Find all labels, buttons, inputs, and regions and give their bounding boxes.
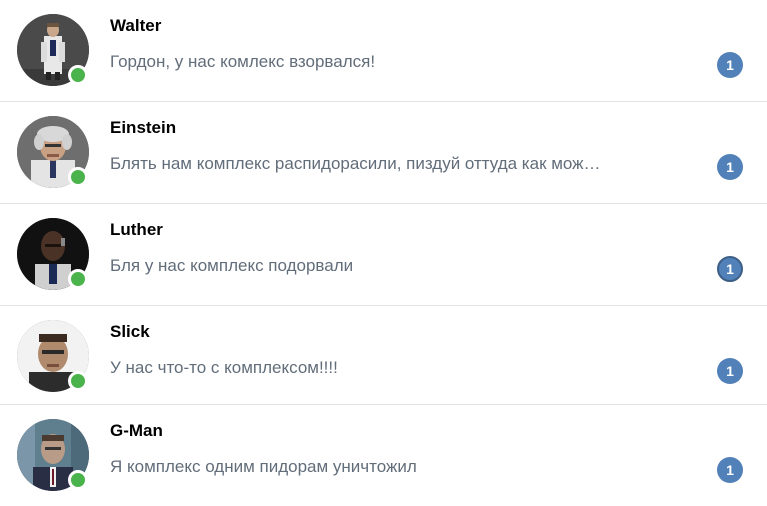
unread-count-badge: 1 (717, 154, 743, 180)
dialog-last-message: Бля у нас комплекс подорвали (110, 256, 354, 275)
dialog-item-g-man[interactable]: G-Man Я комплекс одним пидорам уничтожил… (0, 405, 767, 506)
dialog-last-message: Блять нам комплекс распидорасили, пиздуй… (110, 154, 601, 173)
dialog-item-luther[interactable]: Luther Бля у нас комплекс подорвали 1 (0, 204, 767, 305)
avatar-container[interactable] (17, 419, 89, 491)
avatar-container[interactable] (17, 218, 89, 290)
dialog-item-slick[interactable]: Slick У нас что-то с комплексом!!!! 1 (0, 306, 767, 404)
unread-count-badge: 1 (717, 358, 743, 384)
dialog-last-message: У нас что-то с комплексом!!!! (110, 358, 338, 377)
unread-count-badge: 1 (717, 457, 743, 483)
dialog-item-einstein[interactable]: Einstein Блять нам комплекс распидорасил… (0, 102, 767, 203)
unread-count-badge: 1 (717, 52, 743, 78)
dialog-item-walter[interactable]: Walter Гордон, у нас комлекс взорвался! … (0, 0, 767, 101)
dialog-name: Walter (110, 16, 162, 35)
dialog-list: Walter Гордон, у нас комлекс взорвался! … (0, 0, 767, 506)
dialog-last-message: Гордон, у нас комлекс взорвался! (110, 52, 376, 71)
dialog-name: Luther (110, 220, 163, 239)
avatar-container[interactable] (17, 14, 89, 86)
dialog-name: Slick (110, 322, 150, 341)
online-indicator-icon (68, 470, 88, 490)
dialog-name: Einstein (110, 118, 177, 137)
unread-count-badge: 1 (717, 256, 743, 282)
avatar-container[interactable] (17, 320, 89, 392)
dialog-last-message: Я комплекс одним пидорам уничтожил (110, 457, 417, 476)
online-indicator-icon (68, 167, 88, 187)
online-indicator-icon (68, 269, 88, 289)
dialog-name: G-Man (110, 421, 163, 440)
online-indicator-icon (68, 371, 88, 391)
online-indicator-icon (68, 65, 88, 85)
avatar-container[interactable] (17, 116, 89, 188)
